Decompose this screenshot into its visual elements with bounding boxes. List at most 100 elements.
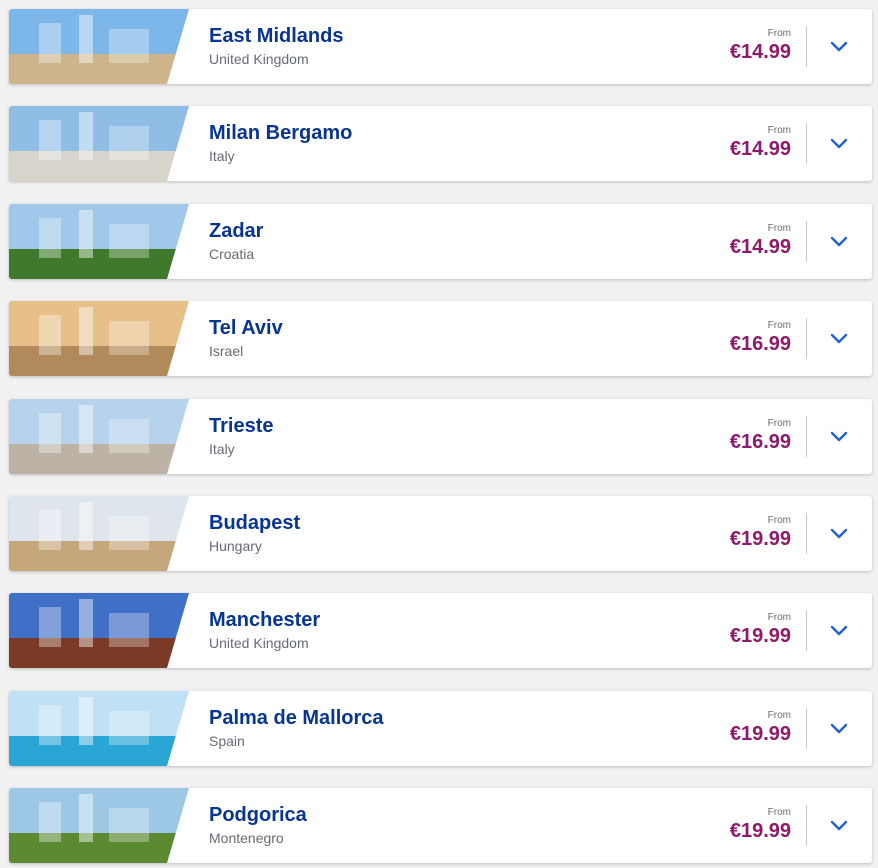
country-name: Italy	[209, 148, 235, 164]
divider	[806, 708, 807, 749]
fare-price: From €19.99	[730, 807, 791, 843]
destination-info: Manchester United Kingdom	[209, 608, 320, 652]
country-name: United Kingdom	[209, 635, 309, 651]
city-name: Zadar	[209, 220, 264, 242]
price-value: €19.99	[729, 820, 791, 842]
price-value: €14.99	[729, 138, 791, 160]
chevron-down-icon[interactable]	[829, 429, 849, 443]
divider	[806, 26, 807, 67]
destination-photo	[9, 691, 189, 766]
photo-ground	[9, 151, 189, 181]
country-name: Italy	[209, 441, 235, 457]
price-value: €16.99	[729, 431, 791, 453]
destination-photo	[9, 9, 189, 84]
chevron-down-icon[interactable]	[829, 818, 849, 832]
from-label: From	[767, 223, 791, 234]
city-name: Palma de Mallorca	[209, 707, 384, 729]
country-name: United Kingdom	[209, 51, 309, 67]
divider	[806, 318, 807, 359]
chevron-down-icon[interactable]	[829, 623, 849, 637]
fare-price: From €16.99	[730, 320, 791, 356]
photo-ground	[9, 346, 189, 376]
fare-price: From €19.99	[730, 515, 791, 551]
destination-photo	[9, 204, 189, 279]
destination-card[interactable]: Trieste Italy From €16.99	[9, 399, 872, 474]
price-value: €14.99	[729, 41, 791, 63]
fare-price: From €14.99	[730, 223, 791, 259]
destination-card[interactable]: Zadar Croatia From €14.99	[9, 204, 872, 279]
price-value: €19.99	[729, 723, 791, 745]
from-label: From	[767, 418, 791, 429]
destination-card[interactable]: Tel Aviv Israel From €16.99	[9, 301, 872, 376]
city-name: Budapest	[209, 512, 301, 534]
chevron-down-icon[interactable]	[829, 136, 849, 150]
price-value: €14.99	[729, 236, 791, 258]
chevron-down-icon[interactable]	[829, 721, 849, 735]
from-label: From	[767, 710, 791, 721]
destination-info: Milan Bergamo Italy	[209, 121, 352, 165]
photo-ground	[9, 638, 189, 668]
destination-card[interactable]: Podgorica Montenegro From €19.99	[9, 788, 872, 863]
destination-photo	[9, 301, 189, 376]
fare-price: From €14.99	[730, 125, 791, 161]
price-value: €19.99	[729, 625, 791, 647]
divider	[806, 221, 807, 262]
from-label: From	[767, 28, 791, 39]
from-label: From	[767, 125, 791, 136]
country-name: Croatia	[209, 246, 255, 262]
destination-photo	[9, 593, 189, 668]
fare-price: From €19.99	[730, 612, 791, 648]
photo-ground	[9, 541, 189, 571]
fare-price: From €14.99	[730, 28, 791, 64]
divider	[806, 805, 807, 846]
city-name: Trieste	[209, 415, 274, 437]
destination-photo	[9, 788, 189, 863]
country-name: Spain	[209, 733, 245, 749]
destination-info: Budapest Hungary	[209, 511, 300, 555]
destination-info: Tel Aviv Israel	[209, 316, 283, 360]
fare-price: From €16.99	[730, 418, 791, 454]
fare-price: From €19.99	[730, 710, 791, 746]
city-name: East Midlands	[209, 25, 344, 47]
photo-ground	[9, 444, 189, 474]
photo-ground	[9, 54, 189, 84]
destination-card[interactable]: Budapest Hungary From €19.99	[9, 496, 872, 571]
price-value: €16.99	[729, 333, 791, 355]
city-name: Podgorica	[209, 804, 307, 826]
destination-info: East Midlands United Kingdom	[209, 24, 343, 68]
destination-card[interactable]: Palma de Mallorca Spain From €19.99	[9, 691, 872, 766]
city-name: Milan Bergamo	[209, 122, 353, 144]
divider	[806, 513, 807, 554]
country-name: Israel	[209, 343, 244, 359]
city-name: Manchester	[209, 609, 321, 631]
divider	[806, 610, 807, 651]
country-name: Montenegro	[209, 830, 284, 846]
destination-list: East Midlands United Kingdom From €14.99	[0, 0, 878, 868]
chevron-down-icon[interactable]	[829, 526, 849, 540]
photo-ground	[9, 249, 189, 279]
from-label: From	[767, 515, 791, 526]
country-name: Hungary	[209, 538, 262, 554]
from-label: From	[767, 320, 791, 331]
destination-card[interactable]: Milan Bergamo Italy From €14.99	[9, 106, 872, 181]
chevron-down-icon[interactable]	[829, 234, 849, 248]
destination-info: Podgorica Montenegro	[209, 803, 307, 847]
from-label: From	[767, 807, 791, 818]
chevron-down-icon[interactable]	[829, 39, 849, 53]
divider	[806, 416, 807, 457]
divider	[806, 123, 807, 164]
destination-info: Trieste Italy	[209, 414, 273, 458]
destination-card[interactable]: Manchester United Kingdom From €19.99	[9, 593, 872, 668]
destination-info: Palma de Mallorca Spain	[209, 706, 384, 750]
destination-info: Zadar Croatia	[209, 219, 263, 263]
chevron-down-icon[interactable]	[829, 331, 849, 345]
destination-photo	[9, 399, 189, 474]
photo-ground	[9, 833, 189, 863]
destination-card[interactable]: East Midlands United Kingdom From €14.99	[9, 9, 872, 84]
city-name: Tel Aviv	[209, 317, 283, 339]
destination-photo	[9, 496, 189, 571]
destination-photo	[9, 106, 189, 181]
photo-ground	[9, 736, 189, 766]
price-value: €19.99	[729, 528, 791, 550]
from-label: From	[767, 612, 791, 623]
